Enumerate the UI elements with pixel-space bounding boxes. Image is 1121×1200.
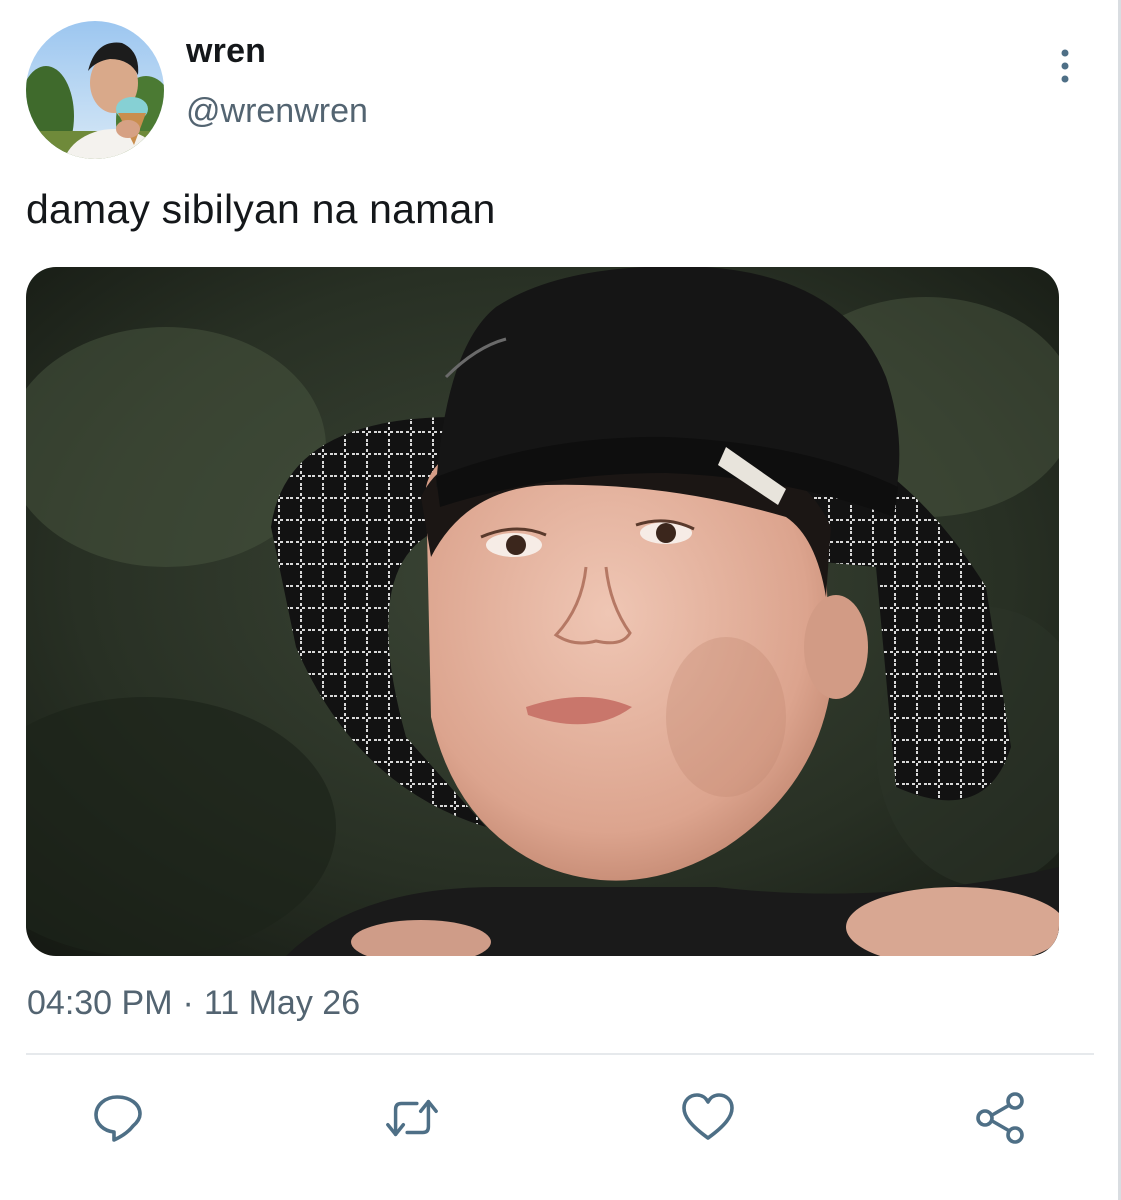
speech-bubble-icon [94, 1095, 142, 1142]
tweet-time: 04:30 PM [27, 984, 173, 1022]
share-nodes-icon [976, 1092, 1024, 1144]
user-handle[interactable]: @wrenwren [186, 92, 368, 131]
display-name[interactable]: wren [186, 32, 266, 71]
vertical-dots-icon [1061, 49, 1069, 83]
divider [26, 1053, 1094, 1055]
tweet-photo[interactable] [26, 267, 1059, 956]
more-options-button[interactable] [1048, 46, 1082, 86]
tweet-text: damay sibilyan na naman [26, 186, 496, 232]
retweet-arrows-icon [386, 1099, 438, 1137]
tweet-date: 11 May 26 [203, 984, 361, 1022]
share-button[interactable] [973, 1090, 1029, 1146]
avatar[interactable] [26, 21, 164, 159]
like-button[interactable] [680, 1090, 736, 1146]
tweet-timestamp: 04:30 PM · 11 May 26 [27, 984, 360, 1023]
timestamp-separator: · [182, 984, 194, 1022]
heart-icon [682, 1093, 734, 1140]
reply-button[interactable] [90, 1090, 146, 1146]
retweet-button[interactable] [384, 1090, 440, 1146]
